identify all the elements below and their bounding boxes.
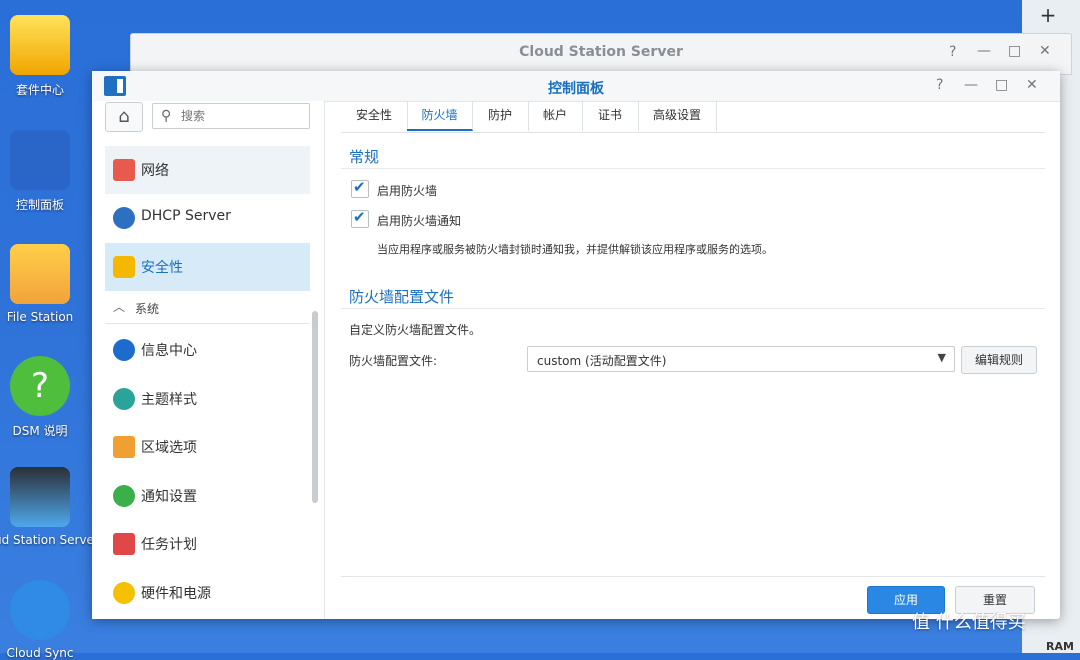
footer-divider bbox=[341, 576, 1045, 577]
section-header-system[interactable]: ︿ 系统 bbox=[105, 293, 310, 324]
control-panel-window: 控制面板 ? — □ ✕ ⌂ ⚲ 网络 DHCP Server 安全性 ︿ 系统 bbox=[92, 71, 1060, 619]
enable-firewall-checkbox[interactable] bbox=[351, 178, 369, 198]
tab-protection[interactable]: 防护 bbox=[472, 101, 529, 131]
control-panel-icon bbox=[10, 130, 70, 190]
sidebar-item-hardware-power[interactable]: 硬件和电源 bbox=[105, 569, 310, 617]
sidebar-item-network[interactable]: 网络 bbox=[105, 146, 310, 194]
add-widget-button[interactable]: + bbox=[1022, 0, 1074, 30]
sidebar-item-label: 网络 bbox=[141, 163, 169, 179]
sidebar-item-label: DHCP Server bbox=[141, 208, 231, 224]
sidebar-item-label: 安全性 bbox=[141, 260, 183, 276]
tab-security[interactable]: 安全性 bbox=[341, 101, 408, 131]
desktop-icon-label: ud Station Serve bbox=[0, 533, 94, 547]
theme-palette-icon bbox=[113, 388, 135, 410]
sidebar-item-regional-options[interactable]: 区域选项 bbox=[105, 423, 310, 471]
general-section-title: 常规 bbox=[349, 148, 380, 166]
cloud-station-server-icon bbox=[10, 467, 70, 527]
selected-profile-value: custom (活动配置文件) bbox=[537, 354, 667, 368]
sidebar-item-dhcp-server[interactable]: DHCP Server bbox=[105, 194, 310, 242]
desktop-icon-label: DSM 说明 bbox=[12, 424, 68, 438]
info-center-icon bbox=[113, 339, 135, 361]
back-help-button[interactable]: ? bbox=[949, 44, 956, 60]
desktop-icon-control-panel[interactable]: 控制面板 bbox=[0, 130, 86, 213]
close-button[interactable]: ✕ bbox=[1026, 77, 1038, 93]
section-label: 系统 bbox=[135, 302, 160, 316]
sidebar-item-label: 信息中心 bbox=[141, 343, 197, 359]
cloud-sync-icon bbox=[10, 580, 70, 640]
security-shield-icon bbox=[113, 256, 135, 278]
desktop-icon-label: 控制面板 bbox=[15, 198, 64, 212]
window-titlebar[interactable]: 控制面板 ? — □ ✕ bbox=[92, 71, 1060, 102]
task-scheduler-icon bbox=[113, 533, 135, 555]
file-station-icon bbox=[10, 244, 70, 304]
desktop-icon-label: Cloud Sync bbox=[6, 646, 74, 660]
sidebar-scrollbar[interactable] bbox=[312, 311, 318, 503]
divider bbox=[341, 168, 1045, 169]
window-title: 控制面板 bbox=[548, 81, 604, 97]
maximize-button[interactable]: □ bbox=[995, 77, 1008, 93]
tab-bar: 安全性 防火墙 防护 帐户 证书 高级设置 bbox=[341, 101, 1045, 133]
watermark: 值 什么值得买 bbox=[912, 612, 1026, 633]
enable-notification-checkbox[interactable] bbox=[351, 208, 369, 228]
sidebar-item-label: 主题样式 bbox=[141, 392, 197, 408]
sidebar: ⌂ ⚲ 网络 DHCP Server 安全性 ︿ 系统 信息中心 主题样式 bbox=[92, 101, 325, 619]
hardware-power-icon bbox=[113, 582, 135, 604]
home-icon: ⌂ bbox=[118, 106, 130, 127]
ram-label: RAM bbox=[1046, 640, 1074, 653]
enable-notification-label: 启用防火墙通知 bbox=[377, 214, 462, 228]
content-area: 安全性 防火墙 防护 帐户 证书 高级设置 常规 启用防火墙 启用防火墙通知 当… bbox=[325, 101, 1060, 619]
notification-icon bbox=[113, 485, 135, 507]
desktop-icon-cloud-sync[interactable]: Cloud Sync bbox=[0, 580, 86, 660]
profile-field-label: 防火墙配置文件: bbox=[349, 354, 438, 368]
sidebar-item-task-scheduler[interactable]: 任务计划 bbox=[105, 520, 310, 568]
search-input[interactable] bbox=[179, 106, 307, 126]
sidebar-item-notification[interactable]: 通知设置 bbox=[105, 472, 310, 520]
sidebar-item-security[interactable]: 安全性 bbox=[105, 243, 310, 291]
desktop-icon-file-station[interactable]: File Station bbox=[0, 244, 86, 324]
firewall-profile-select[interactable]: custom (活动配置文件) ▼ bbox=[527, 346, 955, 372]
profile-section-title: 防火墙配置文件 bbox=[349, 288, 455, 306]
edit-rules-button[interactable]: 编辑规则 bbox=[961, 346, 1037, 374]
tab-account[interactable]: 帐户 bbox=[528, 101, 583, 131]
chevron-up-icon: ︿ bbox=[113, 300, 126, 314]
divider bbox=[341, 308, 1045, 309]
tab-advanced[interactable]: 高级设置 bbox=[638, 101, 717, 131]
network-icon bbox=[113, 159, 135, 181]
back-close-button[interactable]: ✕ bbox=[1039, 43, 1051, 59]
minimize-button[interactable]: — bbox=[964, 77, 978, 93]
dsm-help-icon: ? bbox=[10, 356, 70, 416]
desktop-icon-label: File Station bbox=[6, 310, 74, 324]
back-maximize-button[interactable]: □ bbox=[1008, 43, 1021, 59]
desktop-icon-dsm-help[interactable]: ? DSM 说明 bbox=[0, 356, 86, 439]
desktop-icon-package-center[interactable]: 套件中心 bbox=[0, 15, 86, 98]
cloud-station-server-window[interactable]: Cloud Station Server ? — □ ✕ bbox=[130, 33, 1072, 75]
dropdown-arrow-icon: ▼ bbox=[937, 351, 946, 364]
search-icon: ⚲ bbox=[161, 108, 172, 124]
notification-description: 当应用程序或服务被防火墙封锁时通知我，并提供解锁该应用程序或服务的选项。 bbox=[377, 243, 773, 256]
profile-description: 自定义防火墙配置文件。 bbox=[349, 323, 482, 337]
regional-options-icon bbox=[113, 436, 135, 458]
home-button[interactable]: ⌂ bbox=[105, 102, 143, 132]
sidebar-item-label: 任务计划 bbox=[141, 537, 197, 553]
sidebar-item-label: 通知设置 bbox=[141, 489, 197, 505]
desktop-icon-label: 套件中心 bbox=[15, 83, 64, 97]
desktop-icon-cloud-station-server[interactable]: ud Station Serve bbox=[0, 467, 94, 547]
help-button[interactable]: ? bbox=[936, 77, 943, 93]
sidebar-item-label: 硬件和电源 bbox=[141, 586, 211, 602]
enable-firewall-label: 启用防火墙 bbox=[377, 184, 438, 198]
tab-firewall[interactable]: 防火墙 bbox=[407, 101, 473, 131]
dhcp-server-icon bbox=[113, 207, 135, 229]
sidebar-item-label: 区域选项 bbox=[141, 440, 197, 456]
back-window-title: Cloud Station Server bbox=[519, 44, 683, 60]
back-minimize-button[interactable]: — bbox=[977, 43, 991, 59]
sidebar-item-theme[interactable]: 主题样式 bbox=[105, 375, 310, 423]
package-center-icon bbox=[10, 15, 70, 75]
sidebar-item-info-center[interactable]: 信息中心 bbox=[105, 326, 310, 374]
tab-certificate[interactable]: 证书 bbox=[582, 101, 639, 131]
search-box[interactable]: ⚲ bbox=[152, 103, 310, 129]
